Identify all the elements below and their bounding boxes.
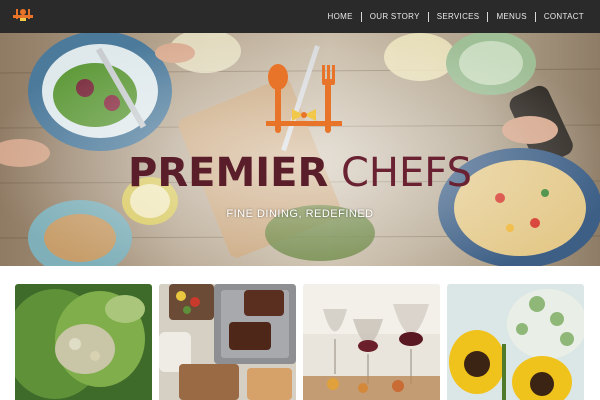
hero-title: PREMIER CHEFS (0, 151, 600, 195)
nav-services[interactable]: SERVICES (429, 12, 488, 21)
main-navigation: HOME OUR STORY SERVICES MENUS CONTACT (320, 0, 592, 33)
brand-logo-icon[interactable] (12, 7, 34, 25)
top-nav-bar: HOME OUR STORY SERVICES MENUS CONTACT (0, 0, 600, 33)
gallery-tile-grill[interactable] (159, 284, 296, 400)
photo-gallery (15, 284, 586, 400)
sunflowers-photo-icon (447, 284, 584, 400)
grilled-meat-tray-photo-icon (159, 284, 296, 400)
nav-our-story[interactable]: OUR STORY (362, 12, 428, 21)
gallery-tile-salad[interactable] (15, 284, 152, 400)
gallery-tile-wine[interactable] (303, 284, 440, 400)
fork-spoon-knife-logo-icon (266, 64, 342, 133)
nav-home[interactable]: HOME (320, 12, 361, 21)
hero-title-chefs: CHEFS (341, 150, 472, 196)
hero-tagline: FINE DINING, REDEFINED (226, 208, 374, 220)
gallery-tile-sunflowers[interactable] (447, 284, 584, 400)
nav-menus[interactable]: MENUS (488, 12, 534, 21)
salad-plate-photo-icon (15, 284, 152, 400)
nav-contact[interactable]: CONTACT (536, 12, 592, 21)
hero-title-premier: PREMIER (128, 150, 329, 196)
hero-banner: PREMIER CHEFS FINE DINING, REDEFINED (0, 33, 600, 266)
wine-glasses-photo-icon (303, 284, 440, 400)
